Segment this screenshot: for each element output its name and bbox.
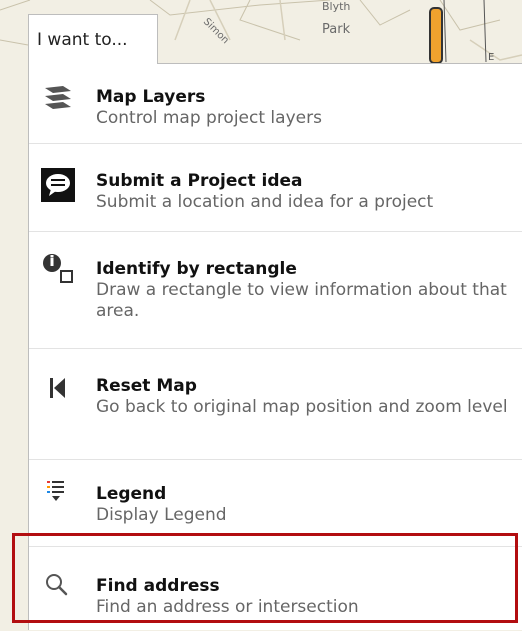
menu-item-identify-by-rectangle[interactable]: Identify by rectangle Draw a rectangle t… (29, 232, 522, 349)
menu-item-title: Submit a Project idea (96, 171, 303, 191)
i-want-to-tab[interactable]: I want to... (28, 14, 158, 64)
menu-item-title: Map Layers (96, 87, 206, 107)
layers-icon (41, 80, 75, 114)
menu-item-desc: Control map project layers (96, 108, 322, 128)
skip-back-icon (41, 371, 75, 405)
menu-item-submit-project-idea[interactable]: Submit a Project idea Submit a location … (29, 144, 522, 232)
menu-item-title: Identify by rectangle (96, 259, 297, 279)
menu-item-desc: Submit a location and idea for a project (96, 192, 434, 212)
menu-item-title: Legend (96, 484, 167, 504)
menu-item-title: Reset Map (96, 376, 197, 396)
menu-item-reset-map[interactable]: Reset Map Go back to original map positi… (29, 349, 522, 460)
i-want-to-menu: Map Layers Control map project layers Su… (28, 63, 522, 630)
map-park-label: Park (322, 22, 351, 37)
map-park-label-top: Blyth (322, 0, 350, 13)
speech-bubble-icon (41, 168, 75, 202)
menu-item-legend[interactable]: Legend Display Legend (29, 460, 522, 547)
menu-item-desc: Draw a rectangle to view information abo… (96, 280, 507, 321)
identify-rectangle-icon (41, 252, 75, 286)
menu-item-desc: Find an address or intersection (96, 597, 359, 617)
menu-item-desc: Go back to original map position and zoo… (96, 397, 508, 417)
search-icon (41, 569, 75, 603)
menu-item-title: Find address (96, 576, 220, 596)
menu-item-find-address[interactable]: Find address Find an address or intersec… (29, 547, 522, 631)
i-want-to-tab-label: I want to... (37, 29, 128, 50)
menu-item-desc: Display Legend (96, 505, 227, 525)
legend-list-icon (41, 475, 75, 509)
svg-text:E: E (488, 52, 494, 63)
menu-item-map-layers[interactable]: Map Layers Control map project layers (29, 64, 522, 144)
